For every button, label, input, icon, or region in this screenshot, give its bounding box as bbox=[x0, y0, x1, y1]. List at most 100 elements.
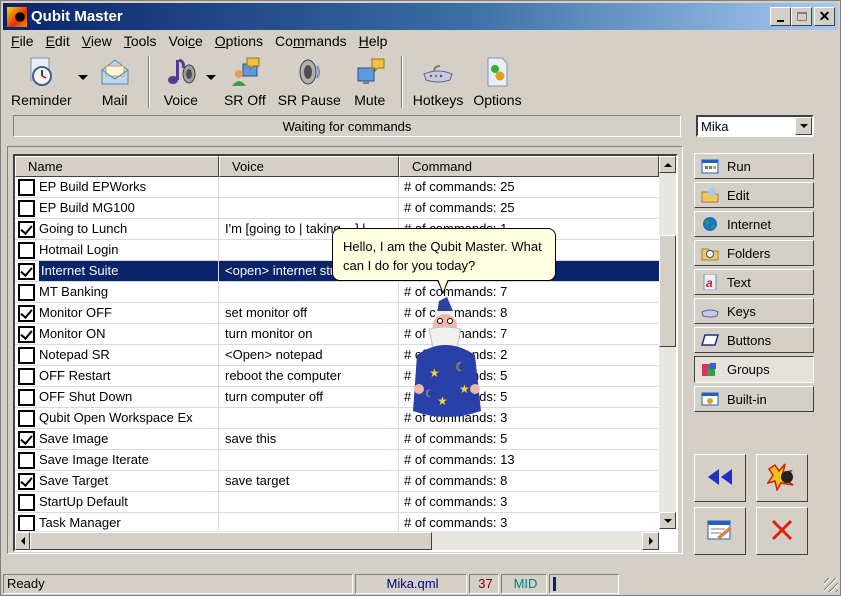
row-voice bbox=[219, 513, 399, 533]
mute-button[interactable]: Mute bbox=[347, 54, 393, 112]
mail-button[interactable]: Mail bbox=[90, 54, 140, 112]
row-checkbox[interactable] bbox=[18, 325, 35, 343]
app-logo-icon bbox=[7, 7, 27, 27]
delete-button[interactable] bbox=[756, 507, 808, 555]
vertical-scroll-thumb[interactable] bbox=[659, 235, 676, 347]
side-button-edit[interactable]: Edit bbox=[694, 182, 814, 208]
reminder-button[interactable]: Reminder bbox=[7, 54, 76, 112]
edit-form-button[interactable] bbox=[694, 507, 746, 555]
scroll-right-button[interactable] bbox=[642, 532, 659, 550]
row-voice bbox=[219, 198, 399, 218]
row-checkbox[interactable] bbox=[18, 220, 35, 238]
row-checkbox[interactable] bbox=[18, 430, 35, 448]
row-voice bbox=[219, 282, 399, 302]
back-button[interactable] bbox=[694, 454, 746, 502]
wizard-assistant-character[interactable]: ★ ☾ ★ ★ ☾ bbox=[409, 297, 485, 421]
voice-speaker-icon bbox=[164, 56, 198, 88]
hotkeys-button[interactable]: Hotkeys bbox=[411, 54, 466, 112]
title-bar[interactable]: Qubit Master ✕ bbox=[3, 3, 838, 30]
maximize-button[interactable] bbox=[791, 7, 812, 26]
scroll-down-button[interactable] bbox=[659, 512, 676, 529]
row-name: Qubit Open Workspace Ex bbox=[39, 410, 193, 425]
row-checkbox[interactable] bbox=[18, 241, 35, 259]
list-row[interactable]: StartUp Default # of commands: 3 bbox=[15, 492, 659, 513]
cell-name: EP Build EPWorks bbox=[15, 177, 219, 197]
horizontal-scrollbar[interactable] bbox=[15, 531, 659, 550]
row-checkbox[interactable] bbox=[18, 409, 35, 427]
menu-edit[interactable]: Edit bbox=[40, 31, 76, 53]
explode-button[interactable] bbox=[756, 454, 808, 502]
list-row[interactable]: Save Target save target # of commands: 8 bbox=[15, 471, 659, 492]
menu-file[interactable]: File bbox=[5, 31, 40, 53]
edit-folder-icon bbox=[701, 187, 719, 203]
side-button-buttons[interactable]: Buttons bbox=[694, 327, 814, 353]
sr-off-button[interactable]: SR Off bbox=[218, 54, 272, 112]
menu-tools[interactable]: Tools bbox=[118, 31, 163, 53]
cell-name: Internet Suite bbox=[15, 261, 219, 281]
list-row[interactable]: MT Banking # of commands: 7 bbox=[15, 282, 659, 303]
list-row[interactable]: Qubit Open Workspace Ex # of commands: 3 bbox=[15, 408, 659, 429]
side-button-builtin[interactable]: Built-in bbox=[694, 386, 814, 412]
side-button-groups[interactable]: Groups bbox=[694, 356, 814, 383]
status-mode: MID bbox=[501, 574, 547, 594]
menu-options[interactable]: Options bbox=[209, 31, 269, 53]
row-voice: save target bbox=[219, 471, 399, 491]
voice-button[interactable]: Voice bbox=[158, 54, 204, 112]
list-row[interactable]: EP Build MG100 # of commands: 25 bbox=[15, 198, 659, 219]
assistant-speech-balloon: Hello, I am the Qubit Master. What can I… bbox=[332, 228, 556, 281]
list-row[interactable]: Notepad SR<Open> notepad# of commands: 2 bbox=[15, 345, 659, 366]
list-row[interactable]: Save Image save this # of commands: 5 bbox=[15, 429, 659, 450]
reminder-dropdown-button[interactable] bbox=[76, 54, 90, 112]
row-checkbox[interactable] bbox=[18, 262, 35, 280]
column-header-name[interactable]: Name bbox=[15, 156, 219, 177]
side-button-folders[interactable]: Folders bbox=[694, 240, 814, 266]
row-checkbox[interactable] bbox=[18, 283, 35, 301]
minimize-button[interactable] bbox=[770, 7, 791, 26]
side-button-keys[interactable]: Keys bbox=[694, 298, 814, 324]
scroll-up-button[interactable] bbox=[659, 156, 676, 173]
maximize-icon bbox=[796, 12, 807, 21]
close-button[interactable]: ✕ bbox=[814, 7, 835, 26]
list-row[interactable]: OFF Restartreboot the computer# of comma… bbox=[15, 366, 659, 387]
row-checkbox[interactable] bbox=[18, 451, 35, 469]
row-checkbox[interactable] bbox=[18, 514, 35, 532]
cell-name: OFF Restart bbox=[15, 366, 219, 386]
row-checkbox[interactable] bbox=[18, 199, 35, 217]
keyboard-icon bbox=[701, 303, 719, 319]
category-buttons: Run Edit Internet Folders a Text Keys Buttons Gr… bbox=[694, 153, 814, 415]
row-name: Internet Suite bbox=[39, 261, 218, 281]
speech-recognition-off-icon bbox=[228, 56, 262, 88]
vertical-scrollbar[interactable] bbox=[659, 156, 676, 529]
column-header-command[interactable]: Command bbox=[399, 156, 659, 177]
menu-voice[interactable]: Voice bbox=[163, 31, 209, 53]
profile-dropdown-button[interactable] bbox=[795, 117, 812, 135]
menu-help[interactable]: Help bbox=[353, 31, 394, 53]
status-bar: Ready Mika.qml 37 MID bbox=[3, 574, 840, 594]
row-checkbox[interactable] bbox=[18, 472, 35, 490]
sr-pause-button[interactable]: SR Pause bbox=[272, 54, 347, 112]
list-row[interactable]: EP Build EPWorks # of commands: 25 bbox=[15, 177, 659, 198]
resize-grip[interactable] bbox=[824, 578, 838, 592]
arrow-up-icon bbox=[663, 162, 672, 167]
row-checkbox[interactable] bbox=[18, 178, 35, 196]
horizontal-scroll-thumb[interactable] bbox=[30, 532, 432, 550]
list-row[interactable]: Monitor ON turn monitor on # of commands: … bbox=[15, 324, 659, 345]
list-row[interactable]: Monitor OFF set monitor off # of commands:… bbox=[15, 303, 659, 324]
list-row[interactable]: OFF Shut Downturn computer off# of comma… bbox=[15, 387, 659, 408]
row-checkbox[interactable] bbox=[18, 388, 35, 406]
voice-dropdown-button[interactable] bbox=[204, 54, 218, 112]
row-checkbox[interactable] bbox=[18, 367, 35, 385]
list-row[interactable]: Save Image Iterate # of commands: 13 bbox=[15, 450, 659, 471]
scroll-left-button[interactable] bbox=[15, 532, 30, 550]
side-button-run[interactable]: Run bbox=[694, 153, 814, 179]
profile-select[interactable]: Mika bbox=[696, 115, 814, 137]
row-checkbox[interactable] bbox=[18, 346, 35, 364]
side-button-internet[interactable]: Internet bbox=[694, 211, 814, 237]
row-checkbox[interactable] bbox=[18, 304, 35, 322]
menu-view[interactable]: View bbox=[76, 31, 118, 53]
column-header-voice[interactable]: Voice bbox=[219, 156, 399, 177]
options-button[interactable]: Options bbox=[465, 54, 529, 112]
side-button-text[interactable]: a Text bbox=[694, 269, 814, 295]
menu-commands[interactable]: Commands bbox=[269, 31, 353, 53]
row-checkbox[interactable] bbox=[18, 493, 35, 511]
